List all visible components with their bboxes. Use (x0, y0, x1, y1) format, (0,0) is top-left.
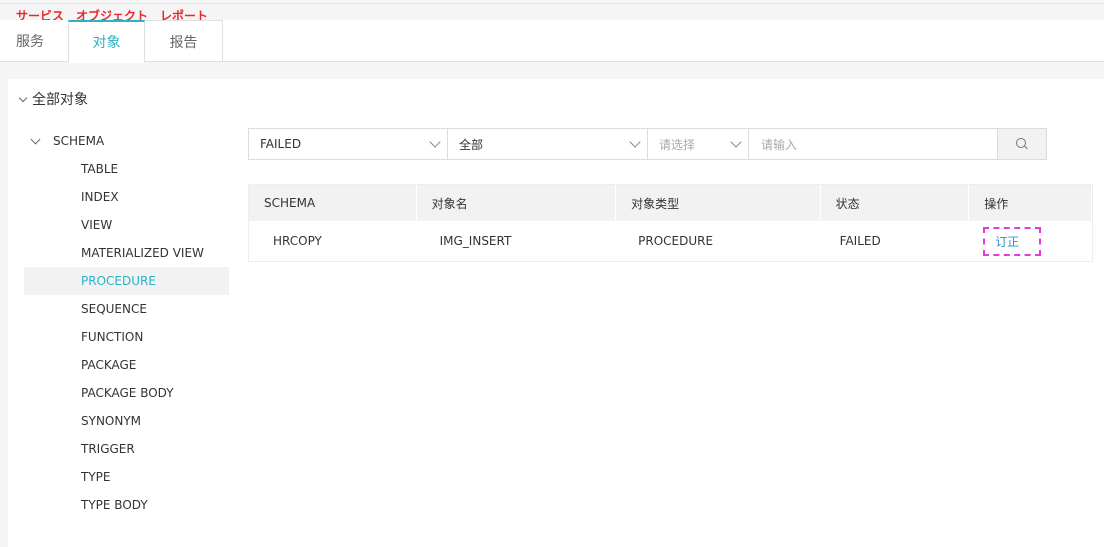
chevron-down-icon (429, 135, 441, 148)
search-input[interactable]: 请输入 (748, 128, 998, 160)
tree-root-label: 全部对象 (32, 92, 88, 108)
search-input-placeholder: 请输入 (761, 137, 798, 152)
main-panel: 全部对象 SCHEMA TABLE INDEX VIEW MATERIALIZED V… (8, 79, 1104, 547)
tree-item[interactable]: PACKAGE BODY (24, 379, 229, 407)
status-select-value: FAILED (260, 137, 302, 151)
object-tree: SCHEMA TABLE INDEX VIEW MATERIALIZED VIEW PR… (24, 127, 229, 519)
tree-item[interactable]: PACKAGE (24, 351, 229, 379)
cell-schema: HRCOPY (273, 234, 322, 248)
tree-items: TABLE INDEX VIEW MATERIALIZED VIEW PROCEDURE… (24, 155, 229, 519)
col-header-type: 对象类型 (616, 185, 821, 221)
scope-select-value: 全部 (459, 137, 484, 152)
col-header-status: 状态 (821, 185, 970, 221)
cell-name: IMG_INSERT (439, 234, 512, 248)
scope-select[interactable]: 全部 (447, 128, 648, 160)
cell-status: FAILED (839, 234, 881, 248)
col-header-action: 操作 (969, 185, 1092, 221)
tab-service[interactable]: 服务 (0, 20, 60, 62)
field-select[interactable]: 请选择 (647, 128, 749, 160)
col-header-schema: SCHEMA (249, 185, 417, 221)
tree-schema-node[interactable]: SCHEMA (24, 127, 229, 155)
tree-item[interactable]: TRIGGER (24, 435, 229, 463)
search-icon (1015, 137, 1029, 151)
chevron-down-icon (30, 134, 41, 145)
filter-bar: FAILED 全部 请选择 请输入 (248, 128, 1047, 160)
table-header: SCHEMA 对象名 对象类型 状态 操作 (249, 185, 1092, 221)
chevron-down-icon (629, 135, 641, 148)
col-header-name: 对象名 (417, 185, 617, 221)
tree-item[interactable]: FUNCTION (24, 323, 229, 351)
object-table: SCHEMA 对象名 对象类型 状态 操作 HRCOPY IMG_INSERT … (248, 184, 1093, 262)
tree-item[interactable]: PROCEDURE (24, 267, 229, 295)
tab-bar: 服务 对象 报告 (0, 20, 1104, 63)
tab-object[interactable]: 对象 (68, 20, 145, 63)
tree-item[interactable]: SYNONYM (24, 407, 229, 435)
tree-item[interactable]: TYPE (24, 463, 229, 491)
chevron-down-icon (730, 135, 742, 148)
status-select[interactable]: FAILED (248, 128, 448, 160)
tree-item[interactable]: INDEX (24, 183, 229, 211)
tree-schema-label: SCHEMA (53, 134, 105, 148)
chevron-down-icon (18, 93, 28, 102)
top-divider (0, 3, 1104, 4)
tree-item[interactable]: SEQUENCE (24, 295, 229, 323)
tree-item[interactable]: TABLE (24, 155, 229, 183)
tree-item[interactable]: TYPE BODY (24, 491, 229, 519)
field-select-placeholder: 请选择 (659, 137, 696, 152)
tab-report[interactable]: 报告 (145, 20, 223, 62)
cell-type: PROCEDURE (638, 234, 714, 248)
cell-action: 订正 (969, 221, 1092, 261)
tree-item[interactable]: MATERIALIZED VIEW (24, 239, 229, 267)
search-button[interactable] (997, 128, 1047, 160)
fix-button[interactable]: 订正 (983, 226, 1042, 256)
table-row: HRCOPY IMG_INSERT PROCEDURE FAILED 订正 (249, 221, 1092, 261)
tree-item[interactable]: VIEW (24, 211, 229, 239)
tree-root[interactable]: 全部对象 (18, 89, 88, 109)
